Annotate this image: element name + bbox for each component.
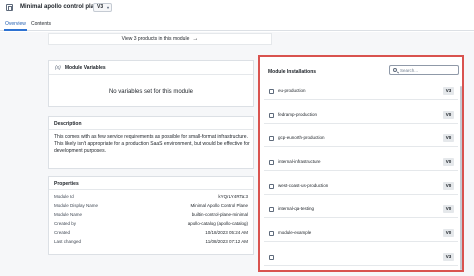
description-header: Description [49,117,253,130]
module-variables-card: (x) Module Variables No variables set fo… [48,60,254,107]
properties-title: Properties [54,181,79,187]
property-row: Created 10/18/2023 05:24 AM [49,228,253,237]
version-select[interactable]: V3 ▾ [93,3,112,12]
installation-item[interactable]: internal-qa-testing V0 [264,201,458,218]
installation-version-badge: V0 [443,229,454,237]
installation-icon [269,89,274,94]
installation-version-badge: V0 [443,158,454,166]
property-value: Minimal Apollo Control Plane [190,203,248,208]
installation-icon [269,136,274,141]
property-key: Module Id [54,194,74,199]
page-title: Minimal apollo control plane [20,4,102,10]
description-paragraph: This likely isn't appropriate for a prod… [54,141,250,154]
installation-version-badge: V3 [443,87,454,95]
installation-item[interactable]: gcp-eunorth-production V0 [264,130,458,147]
chevron-down-icon: ▾ [106,5,109,10]
module-installations-title: Module Installations [268,69,317,75]
view-products-link[interactable]: View 3 products in this module → [48,33,272,45]
description-title: Description [54,121,82,127]
module-installations-panel: Module Installations eu-production V3 fe… [258,55,464,272]
installations-search[interactable] [389,65,459,75]
installation-item[interactable]: eu-production V3 [264,83,458,100]
property-value: 10/18/2023 05:24 AM [205,230,248,235]
property-key: Last changed [54,239,82,244]
module-variables-empty-state: No variables set for this module [108,89,194,95]
installation-icon [269,207,274,212]
view-products-label: View 3 products in this module [121,36,190,42]
installation-item[interactable]: west-coast-us-production V0 [264,178,458,195]
installation-item[interactable]: fedramp-production V0 [264,107,458,124]
description-paragraph: This comes with as few service requireme… [54,134,248,140]
installation-icon [269,231,274,236]
variable-icon: (x) [55,64,61,71]
installation-name: internal-qa-testing [278,206,315,211]
description-card: Description This comes with as few servi… [48,116,254,169]
installations-search-input[interactable] [400,67,456,74]
installations-list: eu-production V3 fedramp-production V0 g… [264,80,462,272]
installation-name: fedramp-production [278,112,318,117]
installation-name: eu-production [278,88,306,93]
tab-contents[interactable]: Contents [31,21,51,27]
installation-name: gcp-eunorth-production [278,135,325,140]
property-key: Module Display Name [54,203,99,208]
header-bar: Minimal apollo control plane V3 ▾ [0,0,474,16]
installation-icon [269,184,274,189]
installation-version-badge: V0 [443,111,454,119]
properties-card: Properties Module Id kYQrLY4RTa:3 Module… [48,176,254,255]
installation-icon [269,255,274,260]
module-icon [6,4,13,11]
property-row: Module Id kYQrLY4RTa:3 [49,192,253,201]
properties-header: Properties [49,177,253,190]
installation-item[interactable]: internal-infrastructure V0 [264,154,458,171]
installation-name: module-example [278,230,312,235]
arrow-right-icon: → [192,36,199,42]
property-row: Module Display Name Minimal Apollo Contr… [49,201,253,210]
installation-icon [269,113,274,118]
tab-overview[interactable]: Overview [5,21,26,27]
installation-version-badge: V0 [443,205,454,213]
installations-scrollbar[interactable] [460,86,462,270]
tab-bar: Overview Contents [0,17,474,31]
active-tab-indicator [4,29,27,31]
property-row: Created by apollo-catalog (apollo-catalo… [49,219,253,228]
property-row: Last changed 11/08/2023 07:12 AM [49,237,253,246]
installation-name: west-coast-us-production [278,183,329,188]
version-select-value: V3 [97,4,104,10]
property-row: Module Name builtin-control-plane-minima… [49,210,253,219]
property-key: Created by [54,221,77,226]
installation-item[interactable]: V3 [264,249,458,266]
search-icon [393,68,397,72]
installation-version-badge: V3 [443,253,454,261]
installation-icon [269,160,274,165]
description-body: This comes with as few service requireme… [54,134,250,155]
installation-item[interactable]: module-example V0 [264,225,458,242]
property-key: Module Name [54,212,83,217]
property-value: builtin-control-plane-minimal [191,212,248,217]
module-variables-title: Module Variables [64,64,106,71]
property-value: apollo-catalog (apollo-catalog) [187,221,248,226]
module-variables-header: (x) Module Variables [49,61,253,75]
property-key: Created [54,230,71,235]
installation-name: internal-infrastructure [278,159,321,164]
property-value: kYQrLY4RTa:3 [218,194,248,199]
installation-version-badge: V0 [443,134,454,142]
property-value: 11/08/2023 07:12 AM [205,239,248,244]
installation-version-badge: V0 [443,182,454,190]
